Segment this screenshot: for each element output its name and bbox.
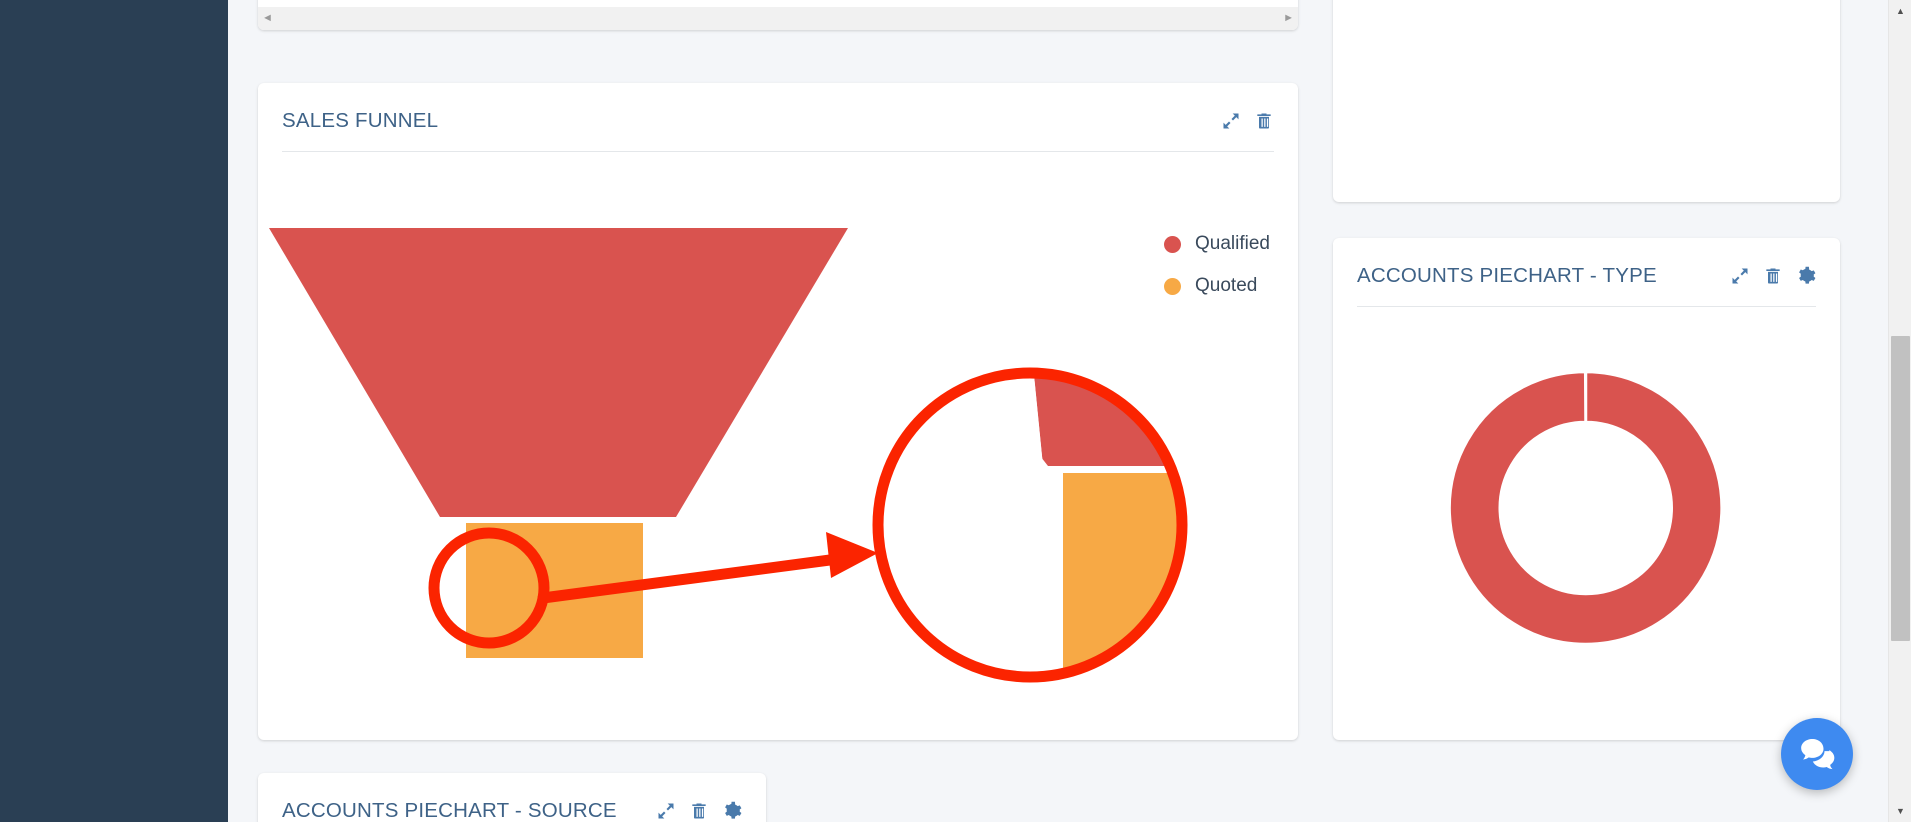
legend-item-qualified[interactable]: Qualified [1164,233,1270,255]
trash-icon[interactable] [1763,266,1783,286]
legend-item-quoted[interactable]: Quoted [1164,275,1270,297]
legend-label-qualified: Qualified [1195,233,1270,254]
sales-funnel-card-tools [1221,109,1274,131]
scroll-right-icon[interactable]: ► [1283,13,1294,24]
page-title: SALES FUNNEL [282,109,439,132]
expand-arrows-icon[interactable] [1730,266,1750,286]
sales-funnel-card-header: SALES FUNNEL [258,83,1298,133]
accounts-piechart-type-card: ACCOUNTS PIECHART - TYPE [1333,238,1840,740]
sales-funnel-legend: Qualified Quoted [1164,233,1270,297]
donut-slice-type-a[interactable] [1448,370,1723,646]
accounts-piechart-source-card: ACCOUNTS PIECHART - SOURCE [258,773,766,822]
sales-funnel-card: SALES FUNNEL Qualified Quoted [258,83,1298,740]
accounts-piechart-type-tools [1730,264,1816,286]
sales-funnel-chart [269,228,848,658]
accounts-piechart-type-header: ACCOUNTS PIECHART - TYPE [1333,238,1840,288]
gear-icon[interactable] [722,801,742,821]
chat-bubbles-icon [1801,739,1835,770]
trash-icon[interactable] [1254,111,1274,131]
vertical-scrollbar-thumb[interactable] [1891,336,1910,641]
partially-visible-card: ◄ ► [258,0,1298,30]
accounts-piechart-source-header: ACCOUNTS PIECHART - SOURCE [258,773,766,822]
accounts-piechart-type-chart [1448,370,1723,646]
horizontal-scrollbar[interactable]: ◄ ► [258,7,1298,30]
expand-arrows-icon[interactable] [1221,111,1241,131]
accounts-donut-chart-partial [1333,0,1840,202]
dashboard-main: ◄ ► SALES FUNNEL Qualified Quoted ACCOUN… [228,0,1883,822]
scroll-up-icon[interactable]: ▲ [1889,2,1911,20]
scroll-down-icon[interactable]: ▼ [1889,802,1911,820]
chat-widget-button[interactable] [1781,718,1853,790]
accounts-piechart-source-tools [656,799,742,821]
left-sidebar [0,0,228,822]
accounts-piechart-source-title: ACCOUNTS PIECHART - SOURCE [282,799,617,822]
card-divider [282,151,1274,152]
partial-donut-card [1333,0,1840,202]
legend-dot-qualified [1164,235,1181,253]
legend-label-quoted: Quoted [1195,275,1258,296]
card-divider [1357,306,1816,307]
funnel-segment-quoted[interactable] [466,523,643,658]
app-root: ◄ ► SALES FUNNEL Qualified Quoted ACCOUN… [0,0,1911,822]
vertical-scrollbar[interactable]: ▲ ▼ [1888,0,1911,822]
gear-icon[interactable] [1796,266,1816,286]
expand-arrows-icon[interactable] [656,801,676,821]
accounts-piechart-type-title: ACCOUNTS PIECHART - TYPE [1357,264,1657,287]
scroll-left-icon[interactable]: ◄ [262,13,273,24]
legend-dot-quoted [1164,277,1181,295]
funnel-segment-qualified[interactable] [269,228,848,517]
trash-icon[interactable] [689,801,709,821]
